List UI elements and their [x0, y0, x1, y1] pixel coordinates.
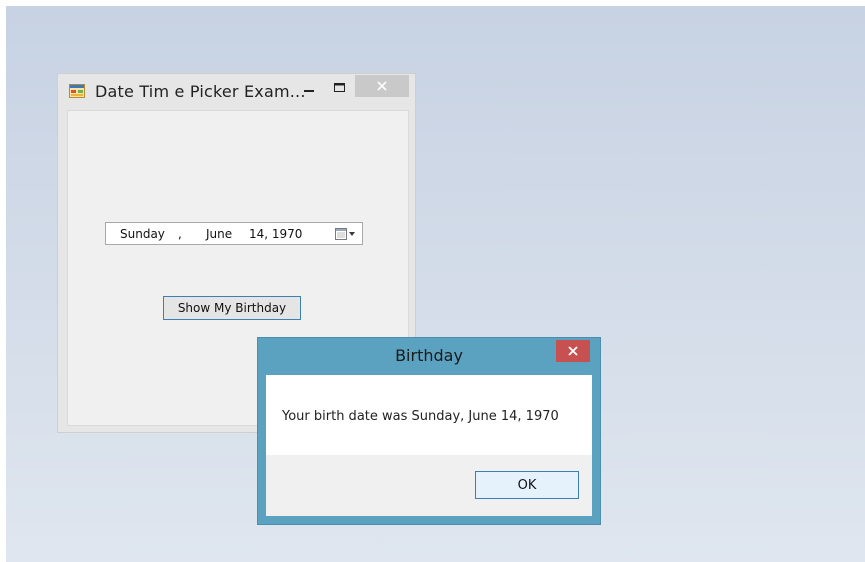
date-time-picker[interactable]: Sunday , June 14, 1970	[105, 222, 363, 245]
message-box-close-button[interactable]	[556, 340, 590, 362]
message-box-title: Birthday	[395, 346, 463, 365]
title-bar[interactable]: Date Tim e Picker Exam...	[58, 74, 415, 108]
date-separator: ,	[178, 227, 182, 241]
message-box-body: Your birth date was Sunday, June 14, 197…	[266, 375, 592, 455]
dropdown-arrow-icon	[349, 232, 355, 236]
close-icon	[377, 81, 387, 91]
message-box-dialog: Birthday Your birth date was Sunday, Jun…	[257, 337, 601, 525]
date-day-year[interactable]: 14, 1970	[249, 227, 302, 241]
message-text: Your birth date was Sunday, June 14, 197…	[282, 409, 559, 424]
ok-button-label: OK	[517, 477, 537, 493]
minimize-icon[interactable]	[301, 82, 317, 98]
maximize-icon[interactable]	[332, 81, 348, 97]
ok-button[interactable]: OK	[475, 471, 579, 499]
window-title: Date Tim e Picker Exam...	[95, 82, 306, 101]
close-button[interactable]	[355, 75, 409, 97]
show-birthday-button-label: Show My Birthday	[177, 301, 287, 315]
calendar-icon	[335, 228, 347, 240]
close-icon	[568, 346, 578, 356]
calendar-dropdown-button[interactable]	[333, 227, 361, 241]
app-icon	[69, 84, 85, 98]
show-birthday-button[interactable]: Show My Birthday	[163, 296, 301, 320]
message-box-footer: OK	[266, 455, 592, 516]
date-day-of-week[interactable]: Sunday	[120, 227, 165, 241]
date-month[interactable]: June	[206, 227, 232, 241]
